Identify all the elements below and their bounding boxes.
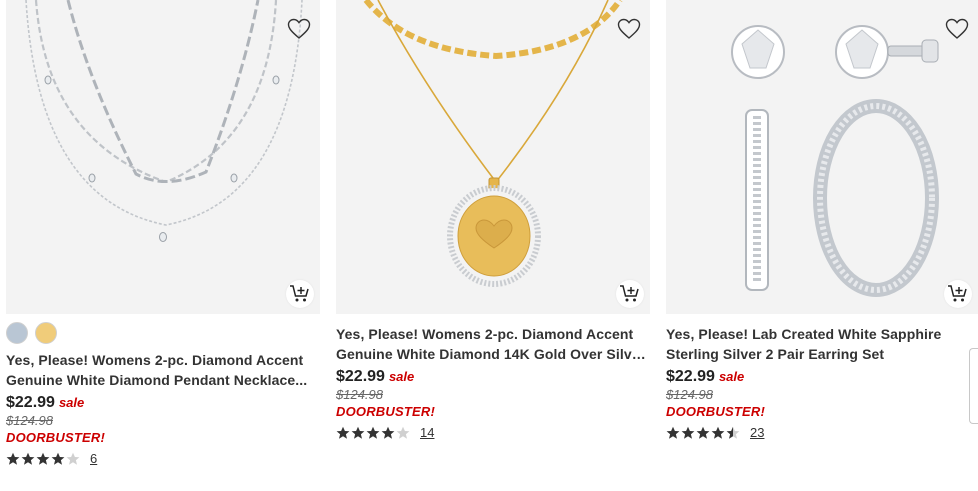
star-icon — [666, 426, 680, 439]
original-price: $124.98 — [336, 387, 383, 402]
favorite-button[interactable] — [286, 16, 312, 42]
sale-label: sale — [58, 395, 85, 410]
star-icon — [696, 426, 710, 439]
sale-price: $22.99 — [666, 368, 715, 385]
promo-badge: DOORBUSTER! — [336, 404, 435, 419]
star-icon — [21, 452, 35, 465]
product-image[interactable] — [666, 0, 978, 314]
product-title[interactable]: Yes, Please! Lab Created White Sapphire … — [666, 324, 978, 364]
product-title-line2: Genuine White Diamond Pendant Necklace..… — [6, 372, 308, 388]
earring-set-image — [731, 25, 939, 297]
product-image[interactable] — [336, 0, 650, 314]
rating-row: 23 — [666, 425, 978, 440]
favorite-button[interactable] — [616, 16, 642, 42]
product-title-line1: Yes, Please! Womens 2-pc. Diamond Accent — [336, 326, 634, 342]
star-icon — [726, 426, 740, 439]
review-count-link[interactable]: 23 — [750, 425, 764, 440]
side-panel-tab[interactable] — [969, 348, 978, 424]
review-count-link[interactable]: 6 — [90, 451, 97, 466]
star-icon — [351, 426, 365, 439]
review-count-link[interactable]: 14 — [420, 425, 434, 440]
promo-badge: DOORBUSTER! — [666, 404, 765, 419]
product-title-line1: Yes, Please! Lab Created White Sapphire — [666, 326, 942, 342]
star-rating — [336, 426, 410, 440]
sale-price: $22.99 — [6, 394, 55, 411]
product-card[interactable]: Yes, Please! Womens 2-pc. Diamond Accent… — [6, 0, 320, 491]
star-icon — [396, 426, 410, 439]
heart-outline-icon — [287, 18, 311, 39]
price-row: $22.99 sale — [6, 394, 320, 412]
original-price: $124.98 — [666, 387, 713, 402]
product-card[interactable]: Yes, Please! Womens 2-pc. Diamond Accent… — [336, 0, 650, 491]
star-icon — [6, 452, 20, 465]
add-to-cart-button[interactable] — [944, 280, 972, 308]
star-icon — [366, 426, 380, 439]
sale-label: sale — [718, 369, 745, 384]
star-icon — [336, 426, 350, 439]
product-grid: Yes, Please! Womens 2-pc. Diamond Accent… — [0, 0, 978, 491]
star-rating — [666, 426, 740, 440]
add-to-cart-button[interactable] — [616, 280, 644, 308]
heart-outline-icon — [945, 18, 969, 39]
sale-label: sale — [388, 369, 415, 384]
gold-necklace-image — [363, 0, 623, 287]
star-rating — [6, 452, 80, 466]
product-title[interactable]: Yes, Please! Womens 2-pc. Diamond Accent… — [6, 350, 320, 390]
heart-outline-icon — [617, 18, 641, 39]
rating-row: 14 — [336, 425, 650, 440]
cart-plus-icon — [948, 285, 967, 302]
star-icon — [381, 426, 395, 439]
silver-necklace-image — [25, 0, 303, 242]
cart-plus-icon — [620, 285, 639, 302]
star-icon — [711, 426, 725, 439]
product-title-line2: Sterling Silver 2 Pair Earring Set — [666, 346, 885, 362]
original-price: $124.98 — [6, 413, 53, 428]
sale-price: $22.99 — [336, 368, 385, 385]
product-title-line2: Genuine White Diamond 14K Gold Over Silv… — [336, 346, 650, 362]
product-title-line1: Yes, Please! Womens 2-pc. Diamond Accent — [6, 352, 304, 368]
swatch-gold[interactable] — [35, 322, 57, 344]
favorite-button[interactable] — [944, 16, 970, 42]
cart-plus-icon — [290, 285, 309, 302]
price-row: $22.99 sale — [336, 368, 650, 386]
star-icon — [51, 452, 65, 465]
star-icon — [681, 426, 695, 439]
color-swatches — [6, 322, 320, 346]
add-to-cart-button[interactable] — [286, 280, 314, 308]
rating-row: 6 — [6, 451, 320, 466]
star-icon — [36, 452, 50, 465]
product-title[interactable]: Yes, Please! Womens 2-pc. Diamond Accent… — [336, 324, 650, 364]
product-card[interactable]: Yes, Please! Lab Created White Sapphire … — [666, 0, 978, 491]
price-row: $22.99 sale — [666, 368, 978, 386]
swatch-silver[interactable] — [6, 322, 28, 344]
promo-badge: DOORBUSTER! — [6, 430, 105, 445]
product-image[interactable] — [6, 0, 320, 314]
star-icon — [66, 452, 80, 465]
